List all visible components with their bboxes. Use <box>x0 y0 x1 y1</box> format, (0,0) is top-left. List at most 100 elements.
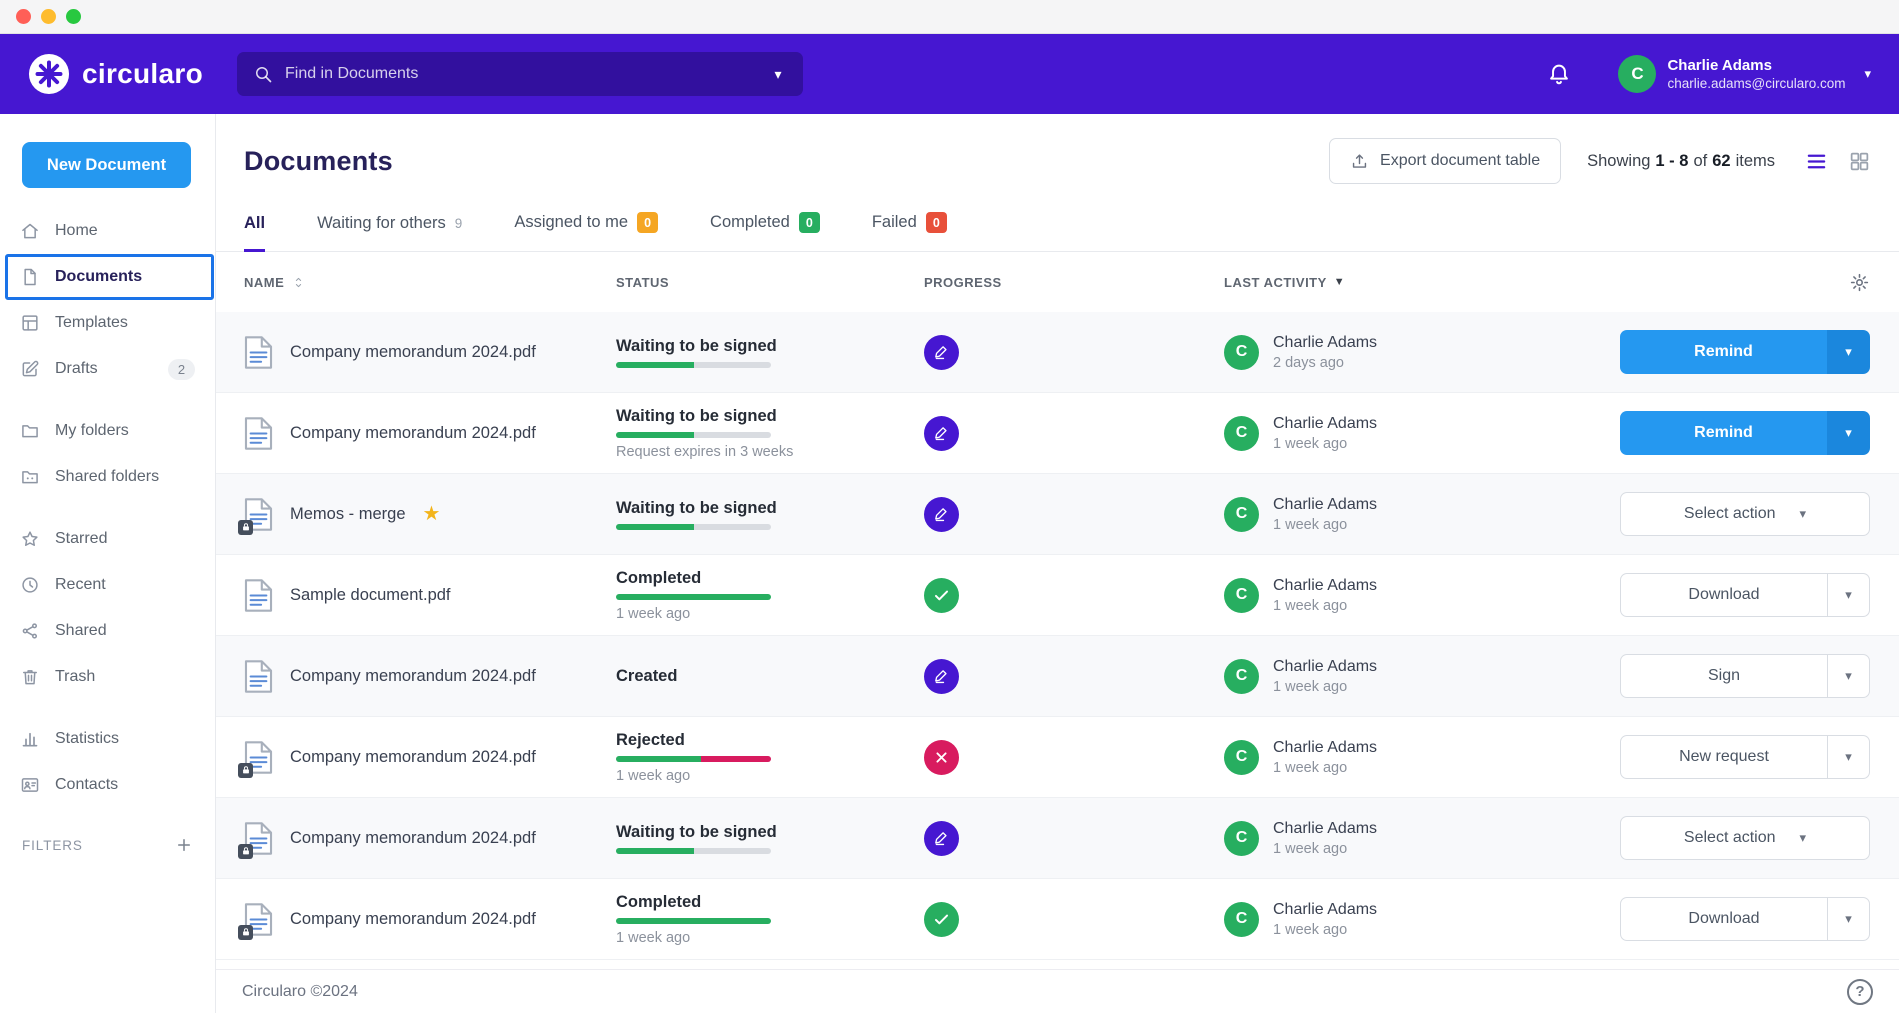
search-input[interactable] <box>273 65 753 83</box>
tab-assigned-to-me[interactable]: Assigned to me 0 <box>514 212 658 252</box>
user-name: Charlie Adams <box>1667 57 1845 74</box>
new-document-button[interactable]: New Document <box>22 142 191 188</box>
row-action-button[interactable]: Remind ▾ <box>1620 330 1827 374</box>
sidebar-item-statistics[interactable]: Statistics <box>0 716 215 762</box>
tab-waiting-for-others[interactable]: Waiting for others 9 <box>317 214 462 252</box>
sidebar-item-home[interactable]: Home <box>0 208 215 254</box>
help-icon[interactable]: ? <box>1847 979 1873 1005</box>
row-action-button[interactable]: Remind ▾ <box>1620 411 1827 455</box>
sidebar-item-contacts[interactable]: Contacts <box>0 762 215 808</box>
tab-failed[interactable]: Failed 0 <box>872 212 947 252</box>
row-action-button[interactable]: Download ▾ <box>1620 573 1828 617</box>
tab-all[interactable]: All <box>244 214 265 252</box>
progress-bar <box>616 524 771 530</box>
column-header-last-activity[interactable]: LAST ACTIVITY ▼ <box>1224 275 1618 290</box>
table-row[interactable]: Company memorandum 2024.pdf Waiting to b… <box>216 312 1899 393</box>
column-header-name[interactable]: NAME <box>244 275 616 290</box>
sidebar-item-documents[interactable]: Documents <box>5 254 214 300</box>
row-action-button[interactable]: Sign ▾ <box>1620 654 1828 698</box>
sidebar-item-label: Shared folders <box>55 468 159 486</box>
bell-icon[interactable] <box>1546 61 1572 87</box>
row-action-label: Download <box>1688 910 1759 928</box>
view-toggle <box>1805 150 1871 173</box>
window-minimize-button[interactable] <box>41 9 56 24</box>
row-action-label: Select action <box>1684 505 1776 523</box>
row-action-label: Download <box>1688 586 1759 604</box>
sidebar-item-recent[interactable]: Recent <box>0 562 215 608</box>
row-action-dropdown-button[interactable]: ▾ <box>1827 897 1870 941</box>
progress-bar <box>616 362 771 368</box>
document-file-icon <box>244 659 273 694</box>
sort-icon[interactable] <box>291 275 306 290</box>
row-action-dropdown-button[interactable]: ▾ <box>1827 654 1870 698</box>
activity-time: 1 week ago <box>1273 841 1377 857</box>
sidebar-item-templates[interactable]: Templates <box>0 300 215 346</box>
progress-bar <box>616 918 771 924</box>
status-text: Rejected <box>616 731 900 750</box>
filters-label: FILTERS <box>22 838 83 853</box>
tab-completed[interactable]: Completed 0 <box>710 212 820 252</box>
stats-icon <box>20 729 40 749</box>
table-row[interactable]: Company memorandum 2024.pdf Rejected 1 w… <box>216 717 1899 798</box>
user-avatar: C <box>1618 55 1656 93</box>
gear-icon[interactable] <box>1849 272 1870 293</box>
document-file-icon <box>244 497 273 532</box>
table-row[interactable]: Company memorandum 2024.pdf Created C Ch… <box>216 636 1899 717</box>
sidebar-item-label: Starred <box>55 530 107 548</box>
progress-cell <box>924 902 1224 937</box>
column-header-status: STATUS <box>616 275 924 290</box>
row-action-button[interactable]: Select action ▾ <box>1620 492 1870 536</box>
row-action-label: Remind <box>1694 343 1753 361</box>
name-cell: Company memorandum 2024.pdf <box>244 335 616 370</box>
table-row[interactable]: Company memorandum 2024.pdf Waiting to b… <box>216 798 1899 879</box>
action-split-button: New request ▾ ▾ <box>1620 735 1870 779</box>
activity-time: 1 week ago <box>1273 922 1377 938</box>
lock-icon <box>238 925 253 940</box>
grid-view-icon[interactable] <box>1848 150 1871 173</box>
row-action-button[interactable]: Download ▾ <box>1620 897 1828 941</box>
row-action-dropdown-button[interactable]: ▾ <box>1827 573 1870 617</box>
search-options-chevron-icon[interactable]: ▾ <box>753 52 803 96</box>
name-cell: Company memorandum 2024.pdf <box>244 416 616 451</box>
activity-cell: C Charlie Adams 1 week ago <box>1224 415 1618 452</box>
tab-count-badge: 0 <box>799 212 820 233</box>
sidebar-item-trash[interactable]: Trash <box>0 654 215 700</box>
action-cell: New request ▾ ▾ <box>1618 735 1870 779</box>
sidebar-item-shared[interactable]: Shared <box>0 608 215 654</box>
table-row[interactable]: Company memorandum 2024.pdf Completed 1 … <box>216 879 1899 960</box>
list-view-icon[interactable] <box>1805 150 1828 173</box>
sidebar-item-starred[interactable]: Starred <box>0 516 215 562</box>
row-action-dropdown-button[interactable]: ▾ <box>1827 411 1870 455</box>
sidebar-item-shared-folders[interactable]: Shared folders <box>0 454 215 500</box>
row-action-button[interactable]: Select action ▾ <box>1620 816 1870 860</box>
sidebar-item-my-folders[interactable]: My folders <box>0 408 215 454</box>
star-icon[interactable]: ★ <box>423 504 441 524</box>
table-row[interactable]: Company memorandum 2024.pdf Waiting to b… <box>216 393 1899 474</box>
name-cell: Company memorandum 2024.pdf <box>244 659 616 694</box>
brand[interactable]: circularo <box>28 53 203 95</box>
window-close-button[interactable] <box>16 9 31 24</box>
avatar: C <box>1224 578 1259 613</box>
window-zoom-button[interactable] <box>66 9 81 24</box>
progress-cell <box>924 740 1224 775</box>
sidebar-item-drafts[interactable]: Drafts 2 <box>0 346 215 392</box>
progress-bar <box>616 432 771 438</box>
user-menu[interactable]: C Charlie Adams charlie.adams@circularo.… <box>1618 55 1871 93</box>
drafts-icon <box>20 359 40 379</box>
row-action-button[interactable]: New request ▾ <box>1620 735 1828 779</box>
export-button[interactable]: Export document table <box>1329 138 1561 184</box>
activity-user: Charlie Adams <box>1273 415 1377 433</box>
lock-icon <box>238 844 253 859</box>
row-action-dropdown-button[interactable]: ▾ <box>1827 735 1870 779</box>
brand-name: circularo <box>82 58 203 90</box>
tab-label: All <box>244 214 265 233</box>
status-text: Waiting to be signed <box>616 337 900 356</box>
table-row[interactable]: Sample document.pdf Completed 1 week ago… <box>216 555 1899 636</box>
action-cell: Select action ▾ ▾ <box>1618 492 1870 536</box>
app-header: circularo ▾ C Charlie Adams charlie.adam… <box>0 34 1899 114</box>
table-row[interactable]: Memos - merge ★ Waiting to be signed C C… <box>216 474 1899 555</box>
x-icon <box>924 740 959 775</box>
add-filter-button[interactable] <box>175 836 193 854</box>
row-action-dropdown-button[interactable]: ▾ <box>1827 330 1870 374</box>
user-email: charlie.adams@circularo.com <box>1667 76 1845 91</box>
